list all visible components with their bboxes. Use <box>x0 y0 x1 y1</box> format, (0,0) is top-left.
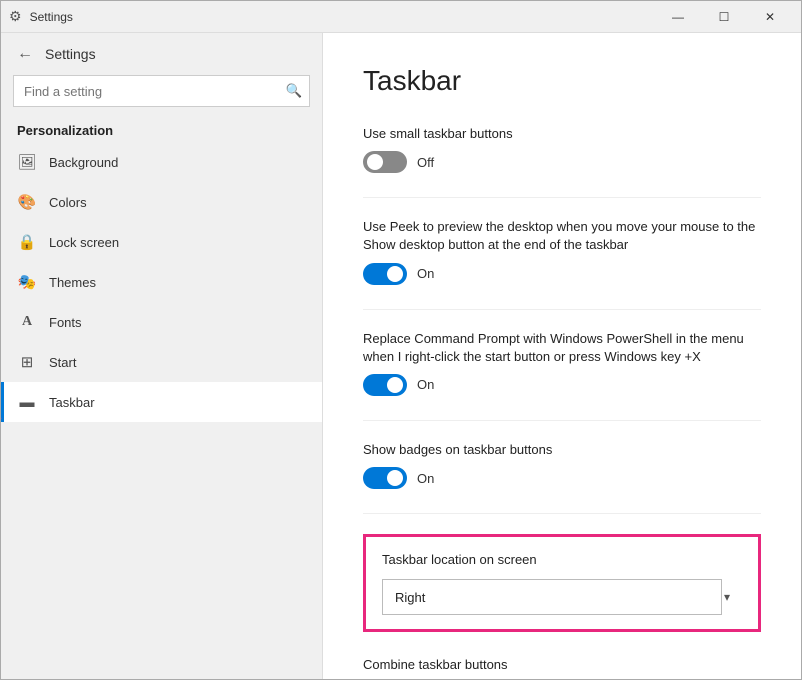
peek-toggle-row: On <box>363 263 761 285</box>
back-button[interactable]: ← Settings <box>1 33 322 75</box>
sidebar-item-lock-screen[interactable]: 🔒 Lock screen <box>1 222 322 262</box>
peek-toggle-label: On <box>417 266 434 281</box>
small-buttons-label: Use small taskbar buttons <box>363 125 761 143</box>
small-buttons-toggle-row: Off <box>363 151 761 173</box>
arrow-annotation <box>1 376 14 436</box>
location-dropdown-arrow-icon: ▾ <box>724 590 730 604</box>
taskbar-icon: ▬ <box>17 392 37 412</box>
badges-toggle-label: On <box>417 471 434 486</box>
powershell-toggle-row: On <box>363 374 761 396</box>
location-dropdown[interactable]: Bottom Left Right Top <box>382 579 722 615</box>
location-label: Taskbar location on screen <box>382 551 742 569</box>
close-button[interactable]: ✕ <box>747 1 793 33</box>
combine-section: Combine taskbar buttons Always, hide lab… <box>363 656 761 679</box>
small-buttons-toggle-label: Off <box>417 155 434 170</box>
title-bar: ⚙ Settings — ☐ ✕ <box>1 1 801 33</box>
colors-icon: 🎨 <box>17 192 37 212</box>
window-icon: ⚙ <box>9 8 22 25</box>
themes-icon: 🎭 <box>17 272 37 292</box>
settings-window: ⚙ Settings — ☐ ✕ ← Settings 🔍 Personaliz… <box>0 0 802 680</box>
lock-screen-icon: 🔒 <box>17 232 37 252</box>
powershell-label: Replace Command Prompt with Windows Powe… <box>363 330 761 366</box>
sidebar-item-label-background: Background <box>49 155 118 170</box>
location-dropdown-container: Bottom Left Right Top ▾ <box>382 579 742 615</box>
peek-section: Use Peek to preview the desktop when you… <box>363 218 761 284</box>
sidebar: ← Settings 🔍 Personalization 🖼 Backgroun… <box>1 33 323 679</box>
small-buttons-section: Use small taskbar buttons Off <box>363 125 761 173</box>
badges-label: Show badges on taskbar buttons <box>363 441 761 459</box>
sidebar-item-label-lock-screen: Lock screen <box>49 235 119 250</box>
divider-2 <box>363 309 761 310</box>
divider-1 <box>363 197 761 198</box>
badges-toggle-row: On <box>363 467 761 489</box>
section-title: Personalization <box>1 115 322 142</box>
toggle-knob <box>367 154 383 170</box>
small-buttons-toggle[interactable] <box>363 151 407 173</box>
background-icon: 🖼 <box>17 152 37 172</box>
divider-3 <box>363 420 761 421</box>
search-container: 🔍 <box>13 75 310 107</box>
sidebar-item-label-colors: Colors <box>49 195 87 210</box>
fonts-icon: A <box>17 312 37 332</box>
minimize-button[interactable]: — <box>655 1 701 33</box>
maximize-button[interactable]: ☐ <box>701 1 747 33</box>
sidebar-item-colors[interactable]: 🎨 Colors <box>1 182 322 222</box>
window-title: Settings <box>30 10 655 24</box>
window-controls: — ☐ ✕ <box>655 1 793 33</box>
main-content: Taskbar Use small taskbar buttons Off Us… <box>323 33 801 679</box>
content-area: ← Settings 🔍 Personalization 🖼 Backgroun… <box>1 33 801 679</box>
page-title: Taskbar <box>363 65 761 97</box>
taskbar-location-section: Taskbar location on screen Bottom Left R… <box>363 534 761 632</box>
badges-toggle[interactable] <box>363 467 407 489</box>
search-button[interactable]: 🔍 <box>278 75 310 107</box>
sidebar-item-label-fonts: Fonts <box>49 315 82 330</box>
back-arrow-icon: ← <box>17 45 33 63</box>
sidebar-item-taskbar[interactable]: ▬ Taskbar <box>1 382 322 422</box>
start-icon: ⊞ <box>17 352 37 372</box>
powershell-section: Replace Command Prompt with Windows Powe… <box>363 330 761 396</box>
sidebar-item-fonts[interactable]: A Fonts <box>1 302 322 342</box>
powershell-toggle[interactable] <box>363 374 407 396</box>
sidebar-item-label-start: Start <box>49 355 76 370</box>
divider-4 <box>363 513 761 514</box>
toggle-knob <box>387 266 403 282</box>
sidebar-item-background[interactable]: 🖼 Background <box>1 142 322 182</box>
powershell-toggle-label: On <box>417 377 434 392</box>
sidebar-item-themes[interactable]: 🎭 Themes <box>1 262 322 302</box>
search-input[interactable] <box>13 75 310 107</box>
toggle-knob <box>387 377 403 393</box>
sidebar-item-start[interactable]: ⊞ Start <box>1 342 322 382</box>
sidebar-item-label-taskbar: Taskbar <box>49 395 95 410</box>
peek-toggle[interactable] <box>363 263 407 285</box>
toggle-knob <box>387 470 403 486</box>
peek-label: Use Peek to preview the desktop when you… <box>363 218 761 254</box>
sidebar-item-label-themes: Themes <box>49 275 96 290</box>
combine-label: Combine taskbar buttons <box>363 656 761 674</box>
badges-section: Show badges on taskbar buttons On <box>363 441 761 489</box>
back-label: Settings <box>45 46 96 62</box>
